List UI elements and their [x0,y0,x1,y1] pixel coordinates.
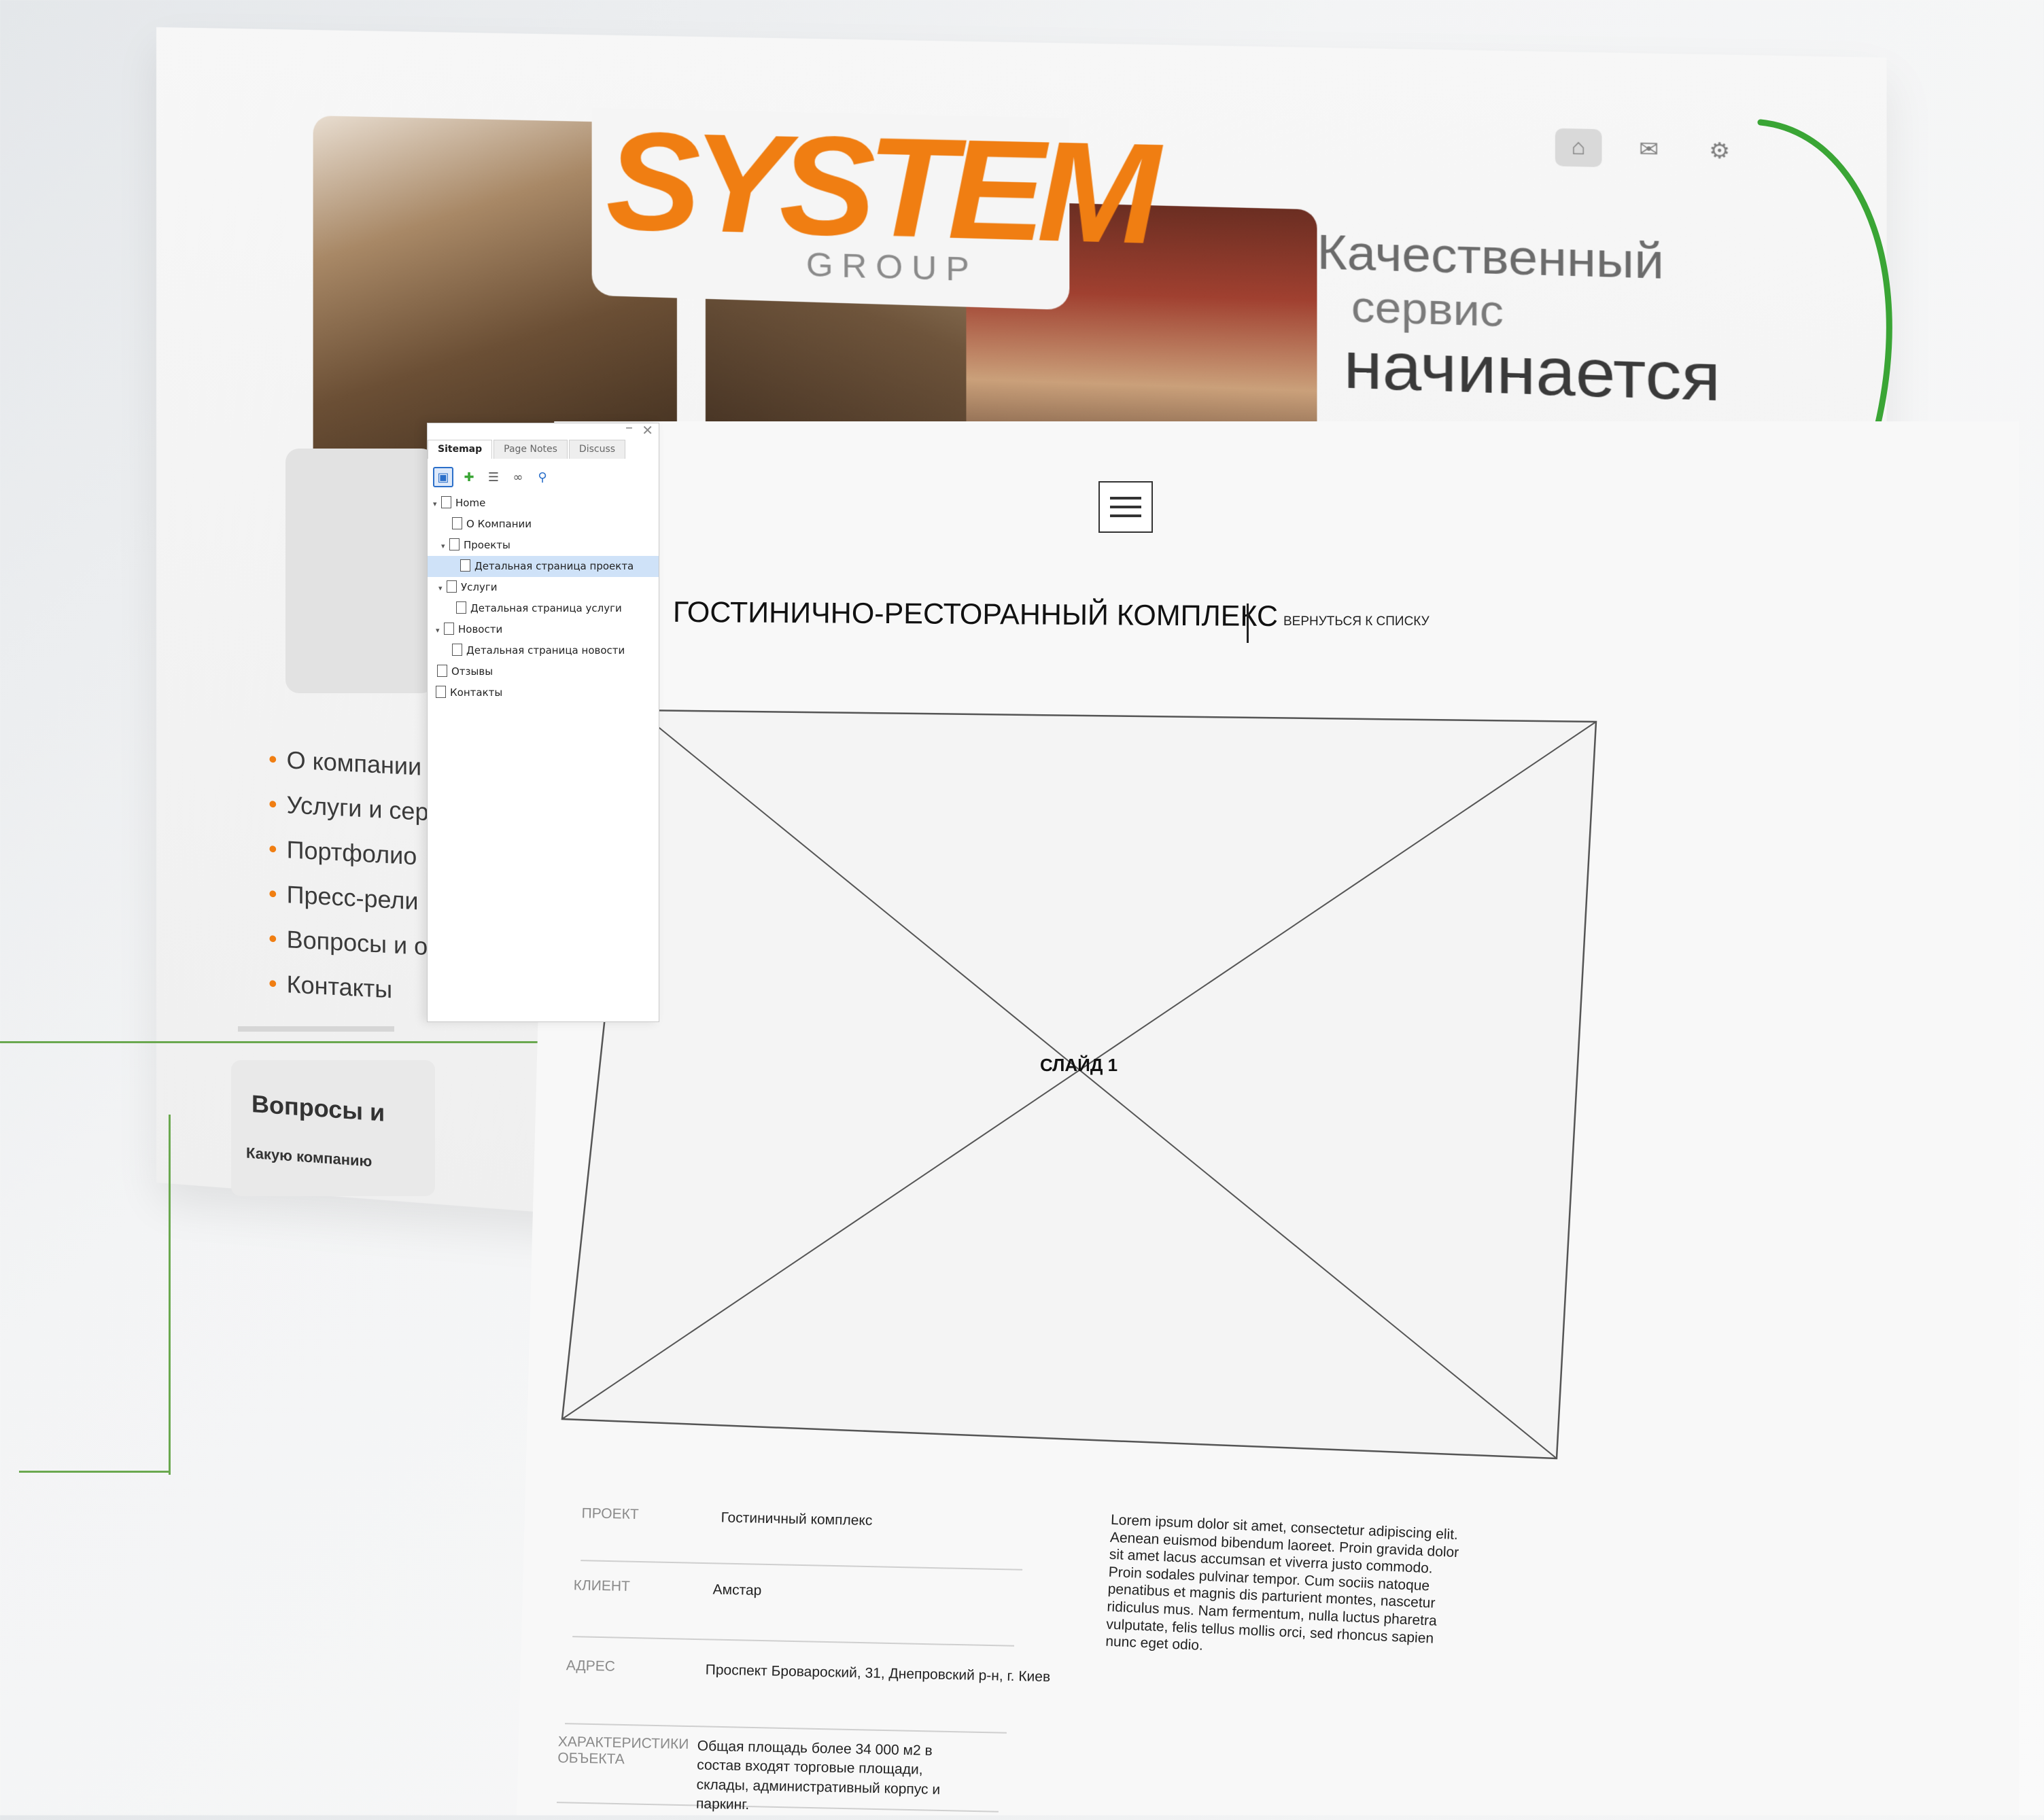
tab-discuss[interactable]: Discuss [569,440,625,459]
panel-tabs: Sitemap Page Notes Discuss [428,440,627,459]
list-icon[interactable]: ☰ [485,468,502,486]
header-icon-bar: ⌂ ✉ ⚙ [1555,128,1744,171]
sitemap-panel: – ✕ Sitemap Page Notes Discuss ▣ ✚ ☰ ∞ ⚲… [427,423,659,1022]
connector-line [19,1471,171,1473]
slide-label: СЛАЙД 1 [1040,1055,1118,1076]
bullet-icon: • [269,924,277,953]
hamburger-menu-icon[interactable] [1098,481,1153,533]
menu-item[interactable]: • Пресс-рели [269,871,428,924]
tree-item-label: Услуги [461,581,497,593]
detail-value: Общая площадь более 34 000 м2 в состав в… [696,1736,976,1819]
expand-arrow-icon[interactable]: ▾ [436,620,444,641]
bullet-icon: • [269,969,277,998]
page-icon [441,496,451,508]
tree-item-label: Детальная страница новости [466,644,625,657]
site-logo-subtitle: GROUP [806,246,978,290]
detail-label: ХАРАКТЕРИСТИКИ ОБЪЕКТА [557,1734,680,1769]
menu-item-label: Портфолио [287,835,417,870]
tree-item-label: Новости [458,623,502,635]
tree-item-label: Проекты [464,539,510,551]
close-icon[interactable]: ✕ [642,422,653,438]
tree-item-reviews[interactable]: Отзывы [428,661,659,682]
expand-arrow-icon[interactable]: ▾ [441,536,449,557]
title-separator [1247,603,1249,643]
background-site-menu: • О компании • Услуги и сер • Портфолио • Пр… [269,737,428,1014]
home-icon[interactable]: ⌂ [1555,128,1602,167]
bullet-icon: • [269,879,277,908]
menu-item[interactable]: • Услуги и сер [269,782,428,835]
bullet-icon: • [269,835,277,863]
tree-item-news-detail[interactable]: Детальная страница новости [428,640,659,661]
page-icon [452,644,462,656]
menu-item[interactable]: • Вопросы и о [269,916,428,969]
back-to-list-link[interactable]: ВЕРНУТЬСЯ К СПИСКУ [1283,614,1430,629]
detail-label: КЛИЕНТ [573,1577,695,1596]
tree-item-project-detail[interactable]: Детальная страница проекта [428,556,659,577]
slogan-line: начинается [1344,332,1721,412]
menu-item-label: О компании [287,746,422,780]
detail-row: ПРОЕКТ Гостиничный комплекс [581,1505,1024,1571]
sitemap-icon[interactable]: ⚙ [1696,131,1744,171]
sitemap-tree: ▾ Home О Компании ▾ Проекты Детальная стра… [428,493,659,703]
page-title: ГОСТИНИЧНО-РЕСТОРАННЫЙ КОМПЛЕКС [673,596,1278,633]
site-logo[interactable]: SYSTEM [606,111,1151,266]
menu-item-label: Контакты [287,970,393,1003]
menu-item-label: Услуги и сер [287,790,429,826]
detail-row: ХАРАКТЕРИСТИКИ ОБЪЕКТА Общая площадь бол… [557,1734,1000,1813]
background-placeholder-block [285,449,435,693]
tree-item-label: Контакты [450,686,502,699]
faq-box [231,1060,435,1196]
tree-item-home[interactable]: ▾ Home [428,493,659,514]
tree-item-label: Детальная страница услуги [470,602,622,614]
tree-item-contacts[interactable]: Контакты [428,682,659,703]
expand-arrow-icon[interactable]: ▾ [438,578,447,599]
menu-item[interactable]: • О компании [269,737,428,790]
add-page-icon[interactable]: ✚ [460,468,478,486]
tree-item-projects[interactable]: ▾ Проекты [428,535,659,556]
menu-item[interactable]: • Контакты [269,961,428,1014]
page-icon [437,665,447,677]
page-icon [449,538,460,550]
tree-item-label: Home [455,497,485,509]
search-icon[interactable]: ⚲ [534,468,551,486]
detail-label: АДРЕС [566,1658,689,1677]
tree-item-news[interactable]: ▾ Новости [428,619,659,640]
page-icon [456,601,466,614]
tree-item-label: Детальная страница проекта [474,560,634,572]
tree-item-about[interactable]: О Компании [428,514,659,535]
project-description: Lorem ipsum dolor sit amet, consectetur … [1105,1511,1464,1666]
page-icon[interactable]: ▣ [433,467,453,487]
detail-row: КЛИЕНТ Амстар [572,1577,1016,1647]
page-icon [452,517,462,529]
detail-label: ПРОЕКТ [581,1505,704,1524]
detail-row: АДРЕС Проспект Бровароский, 31, Днепровс… [565,1658,1008,1734]
divider [238,1026,394,1032]
sitemap-toolbar: ▣ ✚ ☰ ∞ ⚲ [433,467,551,487]
tree-item-label: Отзывы [451,665,493,678]
tab-page-notes[interactable]: Page Notes [493,440,568,459]
connector-line [169,1115,171,1475]
tree-item-services[interactable]: ▾ Услуги [428,577,659,598]
tree-item-label: О Компании [466,518,532,530]
page-icon [460,559,470,572]
bullet-icon: • [269,745,277,773]
menu-item[interactable]: • Портфолио [269,826,428,879]
page-icon [444,623,454,635]
tab-sitemap[interactable]: Sitemap [428,440,492,459]
menu-item-label: Пресс-рели [287,880,419,915]
bullet-icon: • [269,790,277,818]
minimize-icon[interactable]: – [625,419,633,436]
page-icon [436,686,446,698]
expand-arrow-icon[interactable]: ▾ [433,493,441,514]
gamepad-icon[interactable]: ✉ [1625,130,1672,169]
page-icon [447,580,457,593]
menu-item-label: Вопросы и о [287,925,428,960]
tree-item-service-detail[interactable]: Детальная страница услуги [428,598,659,619]
link-icon[interactable]: ∞ [509,468,527,486]
